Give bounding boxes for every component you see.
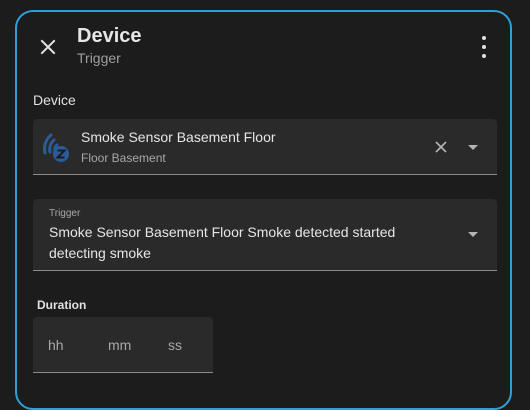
dialog-title: Device — [77, 25, 142, 47]
hours-input[interactable]: hh — [48, 337, 64, 353]
more-options-button[interactable] — [478, 36, 490, 58]
zwave-device-icon — [43, 133, 69, 162]
chevron-down-icon[interactable] — [468, 145, 478, 150]
trigger-dialog: Device Trigger Device Smoke Sensor Basem… — [15, 10, 512, 410]
chevron-down-icon[interactable] — [468, 232, 478, 237]
close-icon — [40, 39, 56, 55]
duration-input[interactable]: hh mm ss — [33, 317, 213, 373]
device-section-label: Device — [33, 92, 76, 108]
dialog-subtitle: Trigger — [77, 50, 121, 66]
trigger-select[interactable]: Trigger Smoke Sensor Basement Floor Smok… — [33, 199, 497, 271]
device-picker[interactable]: Smoke Sensor Basement Floor Floor Baseme… — [33, 119, 497, 175]
close-icon — [435, 141, 447, 153]
trigger-field-label: Trigger — [49, 208, 81, 219]
duration-label: Duration — [37, 298, 87, 312]
seconds-input[interactable]: ss — [168, 337, 182, 353]
device-area: Floor Basement — [81, 151, 166, 165]
trigger-value: Smoke Sensor Basement Floor Smoke detect… — [49, 224, 396, 261]
minutes-input[interactable]: mm — [108, 337, 131, 353]
more-vertical-icon — [482, 36, 486, 40]
close-button[interactable] — [35, 34, 61, 60]
device-name: Smoke Sensor Basement Floor — [81, 129, 276, 145]
clear-device-button[interactable] — [431, 137, 451, 157]
